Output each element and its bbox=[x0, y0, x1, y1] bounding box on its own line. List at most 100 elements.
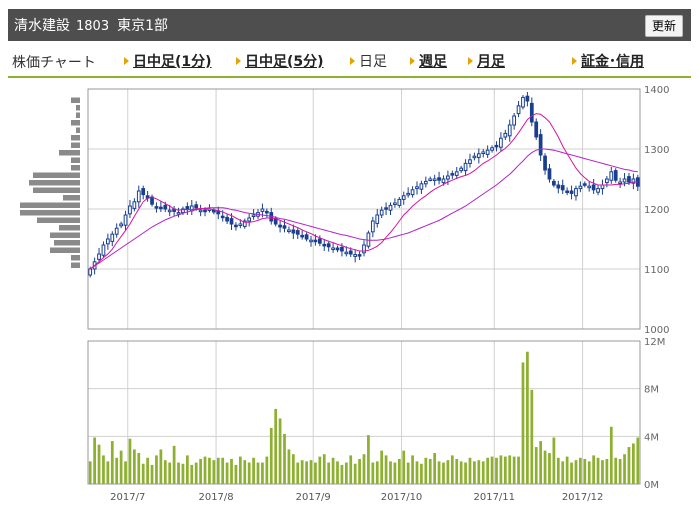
candle-body bbox=[88, 268, 93, 276]
volume-bar bbox=[393, 462, 397, 484]
volume-bar bbox=[402, 450, 406, 484]
candle-body bbox=[468, 159, 472, 164]
candle-body bbox=[136, 190, 141, 203]
volume-bar bbox=[473, 461, 476, 484]
candle-body bbox=[622, 178, 627, 183]
profile-bar bbox=[76, 112, 80, 118]
candle-body bbox=[335, 247, 340, 251]
candle-body bbox=[516, 105, 521, 115]
candle-body bbox=[613, 170, 618, 181]
candle bbox=[375, 209, 380, 228]
candle-body bbox=[463, 162, 468, 172]
candle-body bbox=[211, 209, 216, 213]
candle-body bbox=[521, 96, 525, 108]
candle-body bbox=[499, 137, 503, 148]
candle-body bbox=[582, 183, 587, 186]
profile-bar bbox=[50, 232, 80, 238]
candle-body bbox=[410, 189, 415, 196]
candle-body bbox=[547, 168, 552, 180]
volume-bar bbox=[587, 461, 591, 484]
volume-bar bbox=[397, 458, 401, 484]
candle bbox=[468, 153, 472, 168]
candle-body bbox=[556, 184, 561, 189]
volume-bar bbox=[446, 460, 450, 484]
candle bbox=[384, 202, 388, 215]
volume-bar bbox=[88, 461, 92, 484]
volume-bar bbox=[137, 453, 141, 484]
volume-bar bbox=[115, 457, 119, 484]
volume-bar bbox=[225, 462, 229, 484]
volume-bar bbox=[349, 455, 353, 484]
candle bbox=[428, 176, 433, 182]
candle bbox=[578, 181, 583, 193]
candle-body bbox=[534, 121, 539, 138]
volume-bar bbox=[499, 455, 503, 484]
candle-body bbox=[437, 177, 441, 181]
volume-bar bbox=[265, 456, 269, 484]
candle bbox=[410, 186, 415, 198]
candle-body bbox=[348, 250, 353, 255]
candle-body bbox=[158, 206, 163, 210]
candle-body bbox=[167, 209, 172, 213]
candle-body bbox=[560, 185, 565, 191]
volume-bar bbox=[468, 457, 472, 484]
profile-bar bbox=[63, 195, 80, 201]
candle-body bbox=[203, 209, 207, 213]
volume-bar bbox=[336, 461, 339, 484]
candle-body bbox=[150, 196, 154, 205]
volume-bar bbox=[230, 458, 233, 484]
volume-bar bbox=[300, 460, 304, 484]
volume-bar bbox=[322, 454, 326, 484]
candle-body bbox=[476, 153, 481, 158]
candle-body bbox=[406, 192, 411, 196]
candle bbox=[547, 164, 552, 183]
candle bbox=[494, 141, 499, 152]
candle-body bbox=[384, 207, 388, 210]
candle-body bbox=[591, 184, 596, 191]
candle-body bbox=[459, 167, 464, 172]
volume-bar bbox=[261, 462, 264, 484]
volume-bar bbox=[450, 455, 454, 484]
candle bbox=[476, 148, 481, 164]
candle-body bbox=[446, 175, 450, 180]
x-tick-label: 2017/11 bbox=[473, 492, 515, 503]
candle bbox=[114, 223, 119, 238]
volume-bar bbox=[534, 447, 538, 484]
candle-body bbox=[529, 102, 534, 123]
volume-bar bbox=[358, 458, 361, 484]
candle bbox=[415, 181, 419, 195]
candle-body bbox=[605, 178, 609, 184]
volume-bar bbox=[481, 461, 485, 484]
candle-body bbox=[569, 190, 574, 194]
profile-bar bbox=[71, 142, 80, 148]
candle-body bbox=[450, 173, 455, 176]
volume-bar bbox=[97, 444, 101, 484]
candle-body bbox=[503, 132, 508, 138]
volume-bar bbox=[442, 462, 445, 484]
profile-bar bbox=[33, 172, 80, 178]
profile-bar bbox=[76, 127, 80, 133]
candle bbox=[287, 226, 291, 234]
candle bbox=[543, 153, 547, 175]
candle bbox=[136, 185, 141, 208]
x-tick-label: 2017/10 bbox=[381, 492, 423, 503]
volume-bar bbox=[455, 458, 459, 484]
candle bbox=[600, 179, 605, 195]
profile-bar bbox=[33, 187, 80, 193]
candle-body bbox=[163, 204, 168, 210]
volume-bar bbox=[344, 462, 348, 484]
candle-body bbox=[370, 220, 375, 233]
x-tick-label: 2017/9 bbox=[296, 492, 331, 503]
candle bbox=[145, 191, 150, 202]
candle bbox=[357, 251, 362, 260]
volume-bar bbox=[623, 454, 626, 484]
candle bbox=[454, 167, 459, 179]
candle bbox=[507, 119, 512, 142]
volume-bar bbox=[632, 443, 635, 484]
candle bbox=[596, 185, 600, 196]
candle-body bbox=[428, 178, 433, 181]
price-tick-label: 1100 bbox=[644, 265, 669, 276]
candle bbox=[216, 206, 221, 220]
volume-bar bbox=[384, 455, 388, 484]
volume-profile bbox=[20, 97, 80, 268]
